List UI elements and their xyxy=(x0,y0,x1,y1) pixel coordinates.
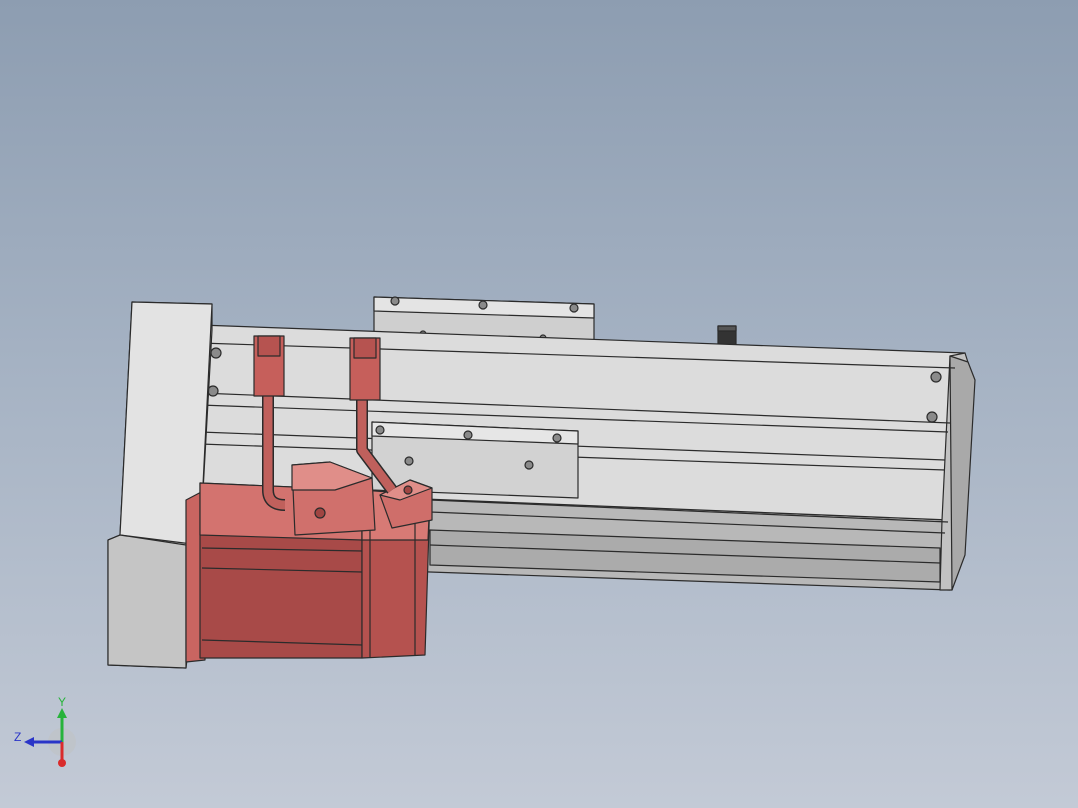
z-axis-arrow xyxy=(24,737,34,747)
x-axis-dot xyxy=(58,759,66,767)
linear-actuator-model[interactable] xyxy=(0,0,1078,808)
servo-motor[interactable] xyxy=(185,461,433,663)
y-axis-label: Y xyxy=(58,695,66,709)
y-axis-arrow xyxy=(57,708,67,718)
cad-graphics-viewport[interactable]: Y Z xyxy=(0,0,1078,808)
z-axis-label: Z xyxy=(14,730,21,744)
view-orientation-triad: Y Z xyxy=(14,695,76,767)
sensor-block[interactable] xyxy=(717,325,737,347)
